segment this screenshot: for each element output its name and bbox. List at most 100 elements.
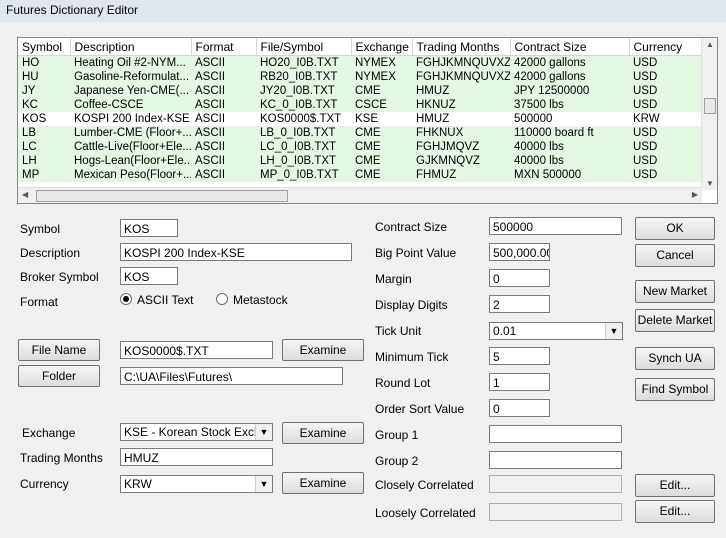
column-header[interactable]: Trading Months [412,38,511,56]
table-cell: MP [18,168,70,182]
closely-correlated-input [489,475,622,493]
file-name-input[interactable]: KOS0000$.TXT [120,341,273,359]
big-point-input[interactable]: 500,000.00 [489,243,550,261]
margin-input[interactable]: 0 [489,269,550,287]
edit-closely-button[interactable]: Edit... [635,474,715,497]
round-lot-input[interactable]: 1 [489,373,550,391]
scroll-right-icon[interactable]: ▶ [692,190,698,199]
ok-button[interactable]: OK [635,217,715,240]
table-cell: KRW [629,112,706,126]
table-cell: FGHJKMNQUVXZ [412,55,510,70]
loosely-correlated-input [489,503,622,521]
tick-unit-label: Tick Unit [375,324,422,338]
scroll-down-icon[interactable]: ▼ [706,179,714,188]
folder-input[interactable]: C:\UA\Files\Futures\ [120,367,343,385]
table-cell: 40000 lbs [510,140,629,154]
contract-size-input[interactable]: 500000 [489,217,622,235]
format-metastock-label[interactable]: Metastock [233,293,288,307]
closely-correlated-label: Closely Correlated [375,478,474,492]
table-cell: HO20_I0B.TXT [256,55,351,70]
table-cell: JPY 12500000 [510,84,629,98]
examine-file-button[interactable]: Examine [282,339,364,361]
new-market-button[interactable]: New Market [635,280,715,303]
table-cell: LH [18,154,70,168]
group1-label: Group 1 [375,428,419,442]
symbol-input[interactable]: KOS [120,219,178,237]
column-header[interactable]: Contract Size [510,38,630,56]
broker-symbol-input[interactable]: KOS [120,267,178,285]
dialog-body: Symbol Description Format File/Symbol Exchan… [0,22,726,538]
cancel-button[interactable]: Cancel [635,244,715,267]
table-cell: LC [18,140,70,154]
order-sort-input[interactable]: 0 [489,399,550,417]
table-row[interactable]: KC Coffee-CSCE ASCII KC_0_I0B.TXT CSCE HKNUZ 3… [18,98,706,112]
table-cell: Gasoline-Reformulat... [70,70,191,84]
description-input[interactable]: KOSPI 200 Index-KSE [120,243,352,261]
chevron-down-icon[interactable]: ▼ [255,476,272,492]
table-cell: CSCE [351,98,412,112]
hscroll-thumb[interactable] [36,190,288,202]
description-label: Description [20,246,81,260]
futures-grid[interactable]: Symbol Description Format File/Symbol Exchan… [17,37,718,204]
exchange-select[interactable]: KSE - Korean Stock Exchange ▼ [120,423,273,441]
file-name-button[interactable]: File Name [18,339,100,361]
table-cell: JY [18,84,70,98]
table-cell: HO [18,55,70,70]
examine-exchange-button[interactable]: Examine [282,422,364,444]
table-row[interactable]: KOS KOSPI 200 Index-KSE ASCII KOS0000$.TXT K… [18,112,706,126]
table-cell: ASCII [191,140,256,154]
chevron-down-icon[interactable]: ▼ [605,323,622,339]
table-cell: NYMEX [351,70,412,84]
column-header[interactable]: Symbol [18,38,71,56]
table-cell: CME [351,126,412,140]
column-header[interactable]: File/Symbol [256,38,352,56]
horizontal-scrollbar[interactable]: ◀ ▶ [18,187,702,203]
display-digits-input[interactable]: 2 [489,295,550,313]
group1-input[interactable] [489,425,622,443]
big-point-label: Big Point Value [375,246,457,260]
column-header[interactable]: Currency [629,38,707,56]
format-ascii-radio[interactable] [120,293,132,305]
folder-button[interactable]: Folder [18,365,100,387]
table-row[interactable]: LH Hogs-Lean(Floor+Ele... ASCII LH_0_I0B.TX… [18,154,706,168]
minimum-tick-input[interactable]: 5 [489,347,550,365]
table-cell: JY20_I0B.TXT [256,84,351,98]
table-row[interactable]: LC Cattle-Live(Floor+Ele... ASCII LC_0_I0B.… [18,140,706,154]
scroll-up-icon[interactable]: ▲ [706,40,714,49]
column-header[interactable]: Description [70,38,192,56]
scroll-left-icon[interactable]: ◀ [22,190,28,199]
synch-ua-button[interactable]: Synch UA [635,347,715,370]
table-row[interactable]: HU Gasoline-Reformulat... ASCII RB20_I0B.TX… [18,70,706,84]
vertical-scrollbar[interactable]: ▲ ▼ [701,38,717,190]
group2-input[interactable] [489,451,622,469]
column-header[interactable]: Format [191,38,257,56]
table-row[interactable]: MP Mexican Peso(Floor+... ASCII MP_0_I0B.TX… [18,168,706,182]
table-cell: 40000 lbs [510,154,629,168]
table-row[interactable]: HO Heating Oil #2-NYM... ASCII HO20_I0B.TXT… [18,55,706,70]
scroll-thumb[interactable] [704,98,716,114]
table-cell: KC [18,98,70,112]
delete-market-button[interactable]: Delete Market [635,309,715,332]
table-cell: KC_0_I0B.TXT [256,98,351,112]
tick-unit-select[interactable]: 0.01 ▼ [489,322,623,340]
currency-label: Currency [20,477,69,491]
format-ascii-label[interactable]: ASCII Text [137,293,193,307]
format-metastock-radio[interactable] [216,293,228,305]
examine-currency-button[interactable]: Examine [282,472,364,494]
table-cell: USD [629,55,706,70]
table-cell: 500000 [510,112,629,126]
table-cell: Mexican Peso(Floor+... [70,168,191,182]
table-cell: HMUZ [412,112,510,126]
currency-select[interactable]: KRW ▼ [120,475,273,493]
table-cell: CME [351,154,412,168]
trading-months-input[interactable]: HMUZ [120,448,273,466]
radio-selected-icon [123,296,129,302]
find-symbol-button[interactable]: Find Symbol [635,378,715,401]
column-header[interactable]: Exchange [351,38,413,56]
table-cell: FGHJKMNQUVXZ [412,70,510,84]
edit-loosely-button[interactable]: Edit... [635,500,715,523]
chevron-down-icon[interactable]: ▼ [255,424,272,440]
table-row[interactable]: LB Lumber-CME (Floor+... ASCII LB_0_I0B.TXT… [18,126,706,140]
table-row[interactable]: JY Japanese Yen-CME(... ASCII JY20_I0B.TXT C… [18,84,706,98]
table-cell: ASCII [191,55,256,70]
